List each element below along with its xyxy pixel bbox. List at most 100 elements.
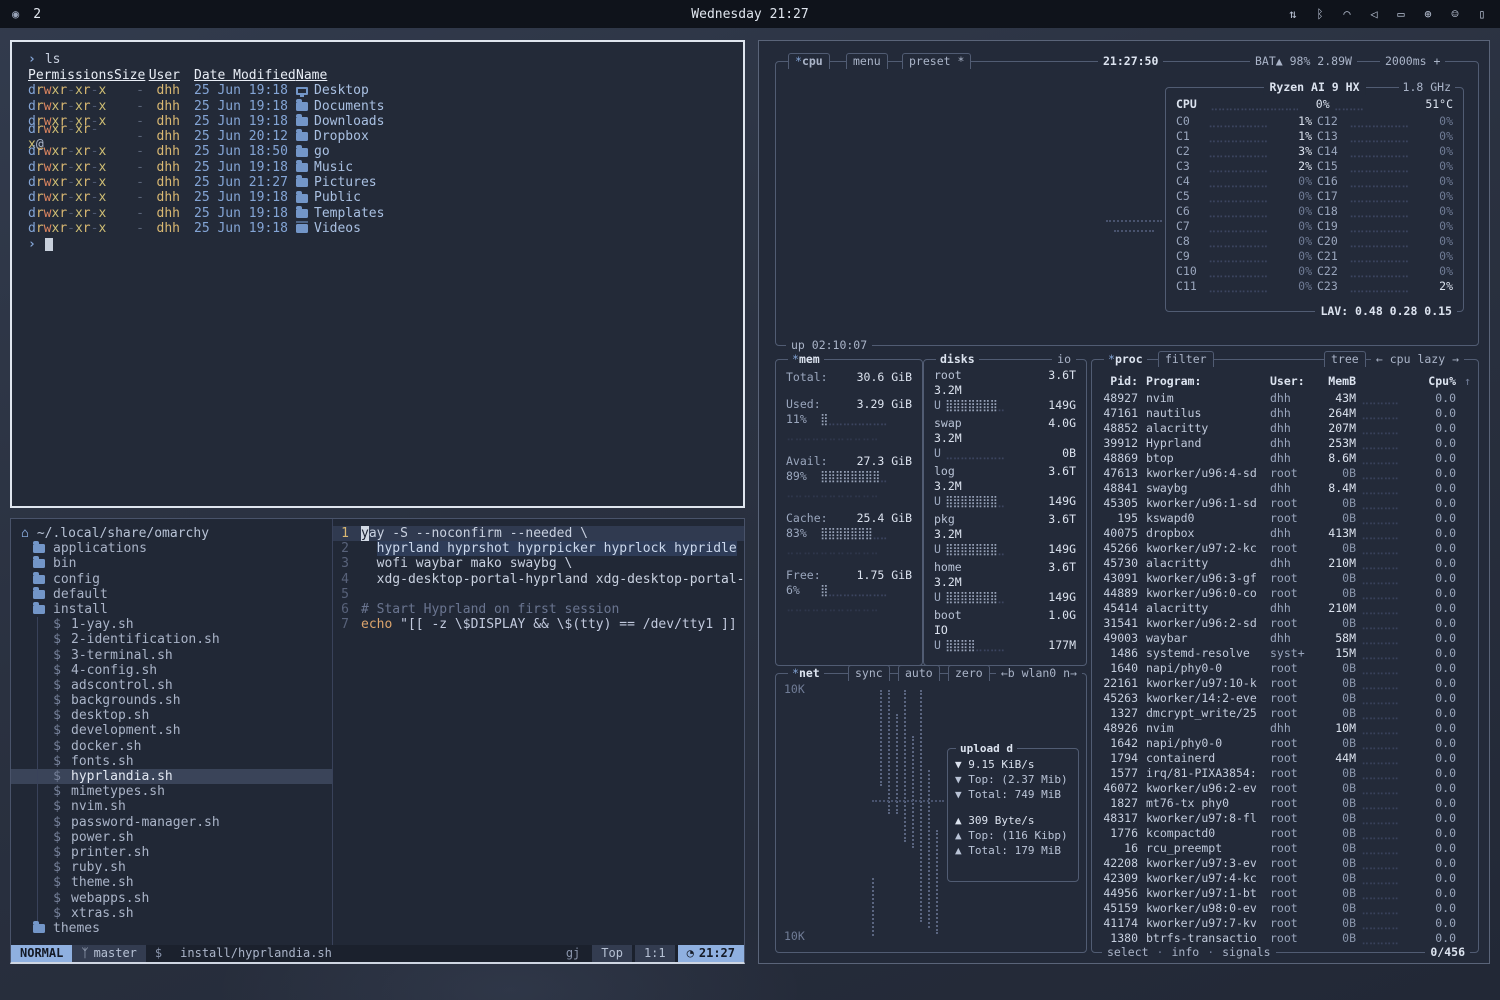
process-row[interactable]: 1327dmcrypt_write/25root0B⣀⣀⣀⣀⣀0.0 <box>1100 706 1472 721</box>
process-row[interactable]: 16rcu_preemptroot0B⣀⣀⣀⣀⣀0.0 <box>1100 841 1472 856</box>
proc-filter[interactable]: filter <box>1158 351 1214 367</box>
process-row[interactable]: 39912Hyprlanddhh253M⣀⣀⣀⣀⣀0.0 <box>1100 436 1472 451</box>
tree-item[interactable]: $webapps.sh <box>11 891 332 906</box>
user-icon[interactable]: ☺ <box>1449 7 1461 21</box>
process-row[interactable]: 41174kworker/u97:7-kvroot0B⣀⣀⣀⣀⣀0.0 <box>1100 916 1472 931</box>
process-row[interactable]: 45263kworker/14:2-everoot0B⣀⣀⣀⣀⣀0.0 <box>1100 691 1472 706</box>
process-row[interactable]: 42309kworker/u97:4-kcroot0B⣀⣀⣀⣀⣀0.0 <box>1100 871 1472 886</box>
tree-item[interactable]: $1-yay.sh <box>11 617 332 632</box>
process-row[interactable]: 45730alacrittydhh210M⣀⣀⣀⣀⣀0.0 <box>1100 556 1472 571</box>
process-row[interactable]: 45414alacrittydhh210M⣀⣀⣀⣀⣀0.0 <box>1100 601 1472 616</box>
code-buffer[interactable]: 1yay -S --noconfirm --needed \2 hyprland… <box>333 519 744 945</box>
bluetooth-icon[interactable]: ᛒ <box>1314 7 1326 21</box>
tree-item[interactable]: default <box>11 587 332 602</box>
tree-item[interactable]: $hyprlandia.sh <box>11 769 332 784</box>
wifi-icon[interactable]: ◠ <box>1341 7 1353 21</box>
process-row[interactable]: 43091kworker/u96:3-gfroot0B⣀⣀⣀⣀⣀0.0 <box>1100 571 1472 586</box>
memory-box-title[interactable]: *mem <box>788 352 824 367</box>
process-row[interactable]: 44956kworker/u97:1-btroot0B⣀⣀⣀⣀⣀0.0 <box>1100 886 1472 901</box>
volume-icon[interactable]: ◁ <box>1368 7 1380 21</box>
process-row[interactable]: 1577irq/81-PIXA3854:root0B⣀⣀⣀⣀⣀0.0 <box>1100 766 1472 781</box>
process-row[interactable]: 42208kworker/u97:3-evroot0B⣀⣀⣀⣀⣀0.0 <box>1100 856 1472 871</box>
proc-sort-nav[interactable]: ← cpu lazy → <box>1371 352 1464 367</box>
proc-footer-keys[interactable]: select·info·signals <box>1102 945 1276 960</box>
net-sync-toggle[interactable]: sync <box>848 665 890 681</box>
tree-item[interactable]: $printer.sh <box>11 845 332 860</box>
scroll-up-indicator[interactable]: ↑ <box>1464 374 1471 389</box>
process-row[interactable]: 22161kworker/u97:10-kroot0B⣀⣀⣀⣀⣀0.0 <box>1100 676 1472 691</box>
tree-item[interactable]: $2-identification.sh <box>11 632 332 647</box>
process-row[interactable]: 1776kcompactd0root0B⣀⣀⣀⣀⣀0.0 <box>1100 826 1472 841</box>
git-branch[interactable]: ᛉ master <box>72 945 146 962</box>
net-interface[interactable]: ←b wlan0 n→ <box>996 666 1082 681</box>
process-row[interactable]: 1794containerdroot44M⣀⣀⣀⣀⣀0.0 <box>1100 751 1472 766</box>
code-line[interactable]: 4 xdg-desktop-portal-hyprland xdg-deskto… <box>333 572 744 587</box>
tree-item[interactable]: $theme.sh <box>11 875 332 890</box>
process-row[interactable]: 45266kworker/u97:2-kcroot0B⣀⣀⣀⣀⣀0.0 <box>1100 541 1472 556</box>
clock[interactable]: Wednesday 21:27 <box>691 7 808 22</box>
dropbox-icon[interactable]: ⇅ <box>1287 7 1299 21</box>
workspace-indicator[interactable]: 2 <box>33 7 41 22</box>
process-row[interactable]: 49003waybardhh58M⣀⣀⣀⣀⣀0.0 <box>1100 631 1472 646</box>
launcher-icon[interactable]: ◉ <box>12 7 19 21</box>
process-row[interactable]: 48927nvimdhh43M⣀⣀⣀⣀⣀0.0 <box>1100 391 1472 406</box>
tab-cpu[interactable]: *cpu <box>788 53 830 69</box>
process-row[interactable]: 45159kworker/u98:0-evroot0B⣀⣀⣀⣀⣀0.0 <box>1100 901 1472 916</box>
code-line[interactable]: 1yay -S --noconfirm --needed \ <box>333 526 744 541</box>
process-row[interactable]: 1642napi/phy0-0root0B⣀⣀⣀⣀⣀0.0 <box>1100 736 1472 751</box>
process-row[interactable]: 48852alacrittydhh207M⣀⣀⣀⣀⣀0.0 <box>1100 421 1472 436</box>
tree-root[interactable]: ⌂ ~/.local/share/omarchy <box>11 526 332 541</box>
tree-item[interactable]: $password-manager.sh <box>11 815 332 830</box>
tree-item[interactable]: install <box>11 602 332 617</box>
code-line[interactable]: 2 hyprland hyprshot hyprpicker hyprlock … <box>333 541 744 556</box>
display-icon[interactable]: ▭ <box>1395 7 1407 21</box>
refresh-interval[interactable]: 2000ms + <box>1380 54 1445 69</box>
process-row[interactable]: 1827mt76-tx phy0root0B⣀⣀⣀⣀⣀0.0 <box>1100 796 1472 811</box>
tree-item[interactable]: $4-config.sh <box>11 663 332 678</box>
globe-icon[interactable]: ⊕ <box>1422 7 1434 21</box>
code-line[interactable]: 6# Start Hyprland on first session <box>333 602 744 617</box>
network-box-title[interactable]: *net <box>788 666 824 681</box>
process-row[interactable]: 47613kworker/u96:4-sdroot0B⣀⣀⣀⣀⣀0.0 <box>1100 466 1472 481</box>
process-row[interactable]: 40075dropboxdhh413M⣀⣀⣀⣀⣀0.0 <box>1100 526 1472 541</box>
tree-item[interactable]: $ruby.sh <box>11 860 332 875</box>
tree-item[interactable]: $backgrounds.sh <box>11 693 332 708</box>
tree-item[interactable]: themes <box>11 921 332 936</box>
process-row[interactable]: 31541kworker/u96:2-sdroot0B⣀⣀⣀⣀⣀0.0 <box>1100 616 1472 631</box>
process-row[interactable]: 195kswapd0root0B⣀⣀⣀⣀⣀0.0 <box>1100 511 1472 526</box>
editor-window[interactable]: ⌂ ~/.local/share/omarchy applicationsbin… <box>10 518 745 964</box>
tree-item[interactable]: $desktop.sh <box>11 708 332 723</box>
tree-item[interactable]: $adscontrol.sh <box>11 678 332 693</box>
process-header[interactable]: Pid: Program: User: MemB Cpu% <box>1100 374 1472 390</box>
proc-tree-toggle[interactable]: tree <box>1324 351 1366 367</box>
tree-item[interactable]: $nvim.sh <box>11 799 332 814</box>
process-row[interactable]: 1380btrfs-transactioroot0B⣀⣀⣀⣀⣀0.0 <box>1100 931 1472 946</box>
process-row[interactable]: 44889kworker/u96:0-coroot0B⣀⣀⣀⣀⣀0.0 <box>1100 586 1472 601</box>
process-row[interactable]: 48869btopdhh8.6M⣀⣀⣀⣀⣀0.0 <box>1100 451 1472 466</box>
tree-item[interactable]: bin <box>11 556 332 571</box>
process-row[interactable]: 1486systemd-resolvesyst+15M⣀⣀⣀⣀⣀0.0 <box>1100 646 1472 661</box>
btop-window[interactable]: *cpu menu preset * 21:27:50 BAT▲ 98% 2.8… <box>758 40 1490 964</box>
tab-menu[interactable]: menu <box>846 53 888 69</box>
code-line[interactable]: 5 <box>333 587 744 602</box>
process-row[interactable]: 48317kworker/u97:8-flroot0B⣀⣀⣀⣀⣀0.0 <box>1100 811 1472 826</box>
tree-item[interactable]: $mimetypes.sh <box>11 784 332 799</box>
battery-icon[interactable]: ▯ <box>1476 7 1488 21</box>
process-row[interactable]: 1640napi/phy0-0root0B⣀⣀⣀⣀⣀0.0 <box>1100 661 1472 676</box>
tree-item[interactable]: $power.sh <box>11 830 332 845</box>
file-tree[interactable]: ⌂ ~/.local/share/omarchy applicationsbin… <box>11 519 333 945</box>
current-file[interactable]: install/hyprlandia.sh <box>171 945 341 962</box>
process-row[interactable]: 48926nvimdhh10M⣀⣀⣀⣀⣀0.0 <box>1100 721 1472 736</box>
tree-item[interactable]: applications <box>11 541 332 556</box>
tree-item[interactable]: $docker.sh <box>11 739 332 754</box>
code-line[interactable]: 7echo "[[ -z \$DISPLAY && \$(tty) == /de… <box>333 617 744 632</box>
net-zero-toggle[interactable]: zero <box>948 665 990 681</box>
tree-item[interactable]: $development.sh <box>11 723 332 738</box>
tree-item[interactable]: $xtras.sh <box>11 906 332 921</box>
code-line[interactable]: 3 wofi waybar mako swaybg \ <box>333 556 744 571</box>
disks-box-title[interactable]: disks <box>936 352 979 367</box>
process-row[interactable]: 45305kworker/u96:1-sdroot0B⣀⣀⣀⣀⣀0.0 <box>1100 496 1472 511</box>
tab-preset[interactable]: preset * <box>902 53 971 69</box>
terminal-window[interactable]: › ls PermissionsSizeUserDate ModifiedNam… <box>10 40 745 508</box>
net-auto-toggle[interactable]: auto <box>898 665 940 681</box>
